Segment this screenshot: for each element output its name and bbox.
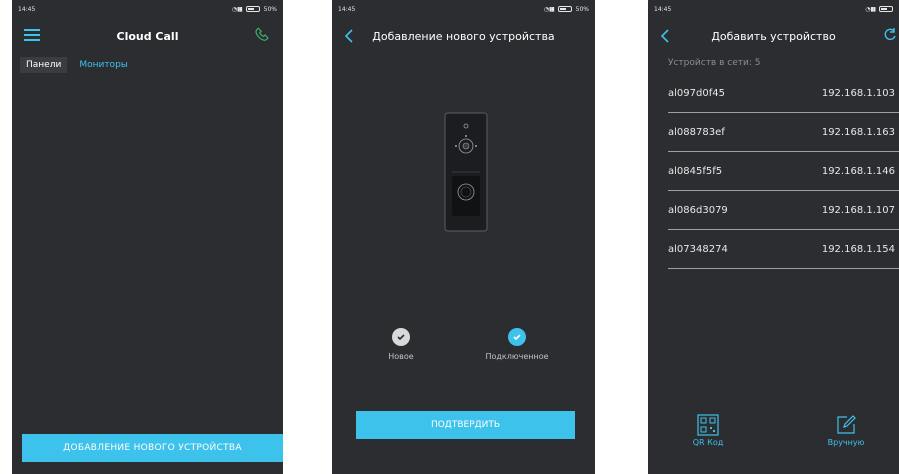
page-title: Добавление нового устройства xyxy=(372,29,555,43)
menu-icon[interactable] xyxy=(24,29,40,41)
tab-monitors[interactable]: Мониторы xyxy=(73,57,134,73)
page-title: Cloud Call xyxy=(116,29,179,43)
signal-icon: ◔ ▮▮ xyxy=(543,5,555,13)
app-bar: Добавить устройство xyxy=(648,18,899,54)
back-icon[interactable] xyxy=(658,26,672,46)
device-id: al086d3079 xyxy=(668,204,728,216)
device-ip: 192.168.1.107 xyxy=(821,204,895,216)
device-type-options: Новое Подключенное xyxy=(332,328,595,378)
option-connected[interactable]: Подключенное xyxy=(472,328,562,361)
status-time: 14:45 xyxy=(338,5,356,13)
online-device-count: Устройств в сети: 5 xyxy=(668,58,761,68)
signal-icon: ◔ ▮▮ xyxy=(231,5,243,13)
phone-icon[interactable] xyxy=(253,26,271,44)
option-connected-label: Подключенное xyxy=(485,352,549,361)
qr-code-label: QR Код xyxy=(692,438,724,447)
device-ip: 192.168.1.163 xyxy=(821,126,895,138)
qr-code-icon xyxy=(697,414,719,436)
screen-add-new-device: 14:45 ◔ ▮▮ 50% Добавление нового устройс… xyxy=(332,0,595,474)
list-item[interactable]: al088783ef 192.168.1.163 xyxy=(668,113,899,152)
qr-code-button[interactable]: QR Код xyxy=(673,414,743,447)
device-id: al097d0f45 xyxy=(668,87,725,99)
battery-icon xyxy=(245,6,260,12)
status-bar: 14:45 ◔ ▮▮ 50% xyxy=(332,0,595,18)
tab-panels[interactable]: Панели xyxy=(20,57,68,73)
device-id: al088783ef xyxy=(668,126,725,138)
device-ip: 192.168.1.146 xyxy=(821,165,895,177)
edit-icon xyxy=(837,415,856,434)
screen-cloud-call: 14:45 ◔ ▮▮ 50% Cloud Call Панели Монитор… xyxy=(12,0,283,474)
list-item[interactable]: al097d0f45 192.168.1.103 xyxy=(668,74,899,113)
refresh-icon[interactable] xyxy=(883,27,897,43)
screen-add-device: 14:45 ◔ ▮▮ Добавить устройство Устройств… xyxy=(648,0,899,474)
battery-icon xyxy=(557,6,572,12)
check-icon[interactable] xyxy=(392,328,410,346)
doorbell-panel-icon xyxy=(444,112,488,232)
battery-level: 50% xyxy=(263,5,277,13)
device-list: al097d0f45 192.168.1.103 al088783ef 192.… xyxy=(648,74,899,269)
confirm-button[interactable]: ПОДТВЕРДИТЬ xyxy=(356,411,575,439)
battery-level: 50% xyxy=(575,5,589,13)
app-bar: Добавление нового устройства xyxy=(332,18,595,54)
status-icons: ◔ ▮▮ 50% xyxy=(232,6,277,13)
device-id: al07348274 xyxy=(668,243,728,255)
status-bar: 14:45 ◔ ▮▮ xyxy=(648,0,899,18)
status-icons: ◔ ▮▮ 50% xyxy=(544,6,589,13)
signal-icon: ◔ ▮▮ xyxy=(865,5,876,13)
page-title: Добавить устройство xyxy=(711,29,836,43)
list-item[interactable]: al086d3079 192.168.1.107 xyxy=(668,191,899,230)
device-ip: 192.168.1.103 xyxy=(821,87,895,99)
status-icons: ◔ ▮▮ xyxy=(865,6,893,13)
add-new-device-button[interactable]: ДОБАВЛЕНИЕ НОВОГО УСТРОЙСТВА xyxy=(22,434,283,462)
check-icon[interactable] xyxy=(508,328,526,346)
tab-bar: Панели Мониторы xyxy=(12,54,283,76)
app-bar: Cloud Call xyxy=(12,18,283,54)
list-item[interactable]: al07348274 192.168.1.154 xyxy=(668,230,899,269)
manual-entry-label: Вручную xyxy=(827,438,865,447)
manual-entry-button[interactable]: Вручную xyxy=(811,414,881,447)
battery-icon xyxy=(879,6,893,12)
option-new[interactable]: Новое xyxy=(356,328,446,361)
device-ip: 192.168.1.154 xyxy=(821,243,895,255)
back-icon[interactable] xyxy=(342,26,356,46)
status-bar: 14:45 ◔ ▮▮ 50% xyxy=(12,0,283,18)
list-item[interactable]: al0845f5f5 192.168.1.146 xyxy=(668,152,899,191)
bottom-actions: QR Код Вручную xyxy=(648,414,899,464)
page: 14:45 ◔ ▮▮ 50% Cloud Call Панели Монитор… xyxy=(0,0,899,474)
status-time: 14:45 xyxy=(654,5,672,13)
device-id: al0845f5f5 xyxy=(668,165,723,177)
option-new-label: Новое xyxy=(388,352,414,361)
status-time: 14:45 xyxy=(18,5,36,13)
